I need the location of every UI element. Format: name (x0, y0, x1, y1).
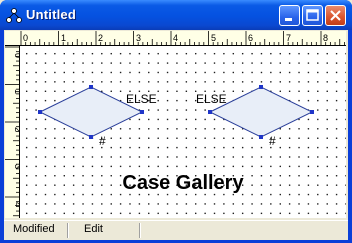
ruler-top-label: 3 (136, 33, 141, 43)
status-separator (67, 223, 69, 238)
ruler-top-label: 7 (286, 33, 291, 43)
app-icon (6, 8, 22, 23)
ruler-left-label: 3 (13, 164, 19, 169)
status-edit: Edit (84, 223, 103, 235)
close-icon (330, 10, 341, 21)
vertical-ruler-ticks: 0 1 2 3 4 (5, 46, 19, 217)
app-window: Untitled 0 1 2 3 4 5 6 7 8 ELSE # ELSE #… (0, 0, 352, 243)
minimize-button[interactable] (279, 5, 300, 26)
maximize-button[interactable] (302, 5, 323, 26)
vertical-ruler: 0 1 2 3 4 (5, 46, 20, 218)
ruler-top-label: 4 (173, 33, 178, 43)
ruler-top-label: 0 (23, 33, 28, 43)
maximize-icon (306, 9, 319, 21)
else-label: ELSE (196, 92, 227, 106)
ruler-top-label: 2 (98, 33, 103, 43)
canvas-title: Case Gallery (122, 172, 244, 194)
status-separator (139, 223, 141, 238)
drawing-canvas[interactable]: ELSE # ELSE # Case Gallery (20, 46, 346, 218)
ruler-top-label: 8 (323, 33, 328, 43)
ruler-top-label: 6 (248, 33, 253, 43)
window-title: Untitled (26, 7, 76, 22)
ruler-left-label: 2 (13, 127, 19, 132)
horizontal-ruler: 0 1 2 3 4 5 6 7 8 (5, 31, 346, 46)
minimize-icon (285, 18, 292, 21)
status-modified: Modified (13, 223, 55, 235)
status-bar: Modified Edit (4, 220, 348, 240)
ruler-left-label: 4 (13, 202, 19, 207)
horizontal-ruler-ticks: 0 1 2 3 4 5 6 7 8 (20, 31, 345, 45)
close-button[interactable] (325, 5, 346, 26)
ruler-left-label: 1 (13, 89, 19, 94)
hash-label: # (99, 134, 106, 148)
ruler-left-label: 0 (13, 53, 19, 58)
ruler-top-label: 1 (61, 33, 66, 43)
hash-label: # (269, 134, 276, 148)
ruler-top-label: 5 (211, 33, 216, 43)
title-bar[interactable]: Untitled (0, 0, 352, 30)
else-label: ELSE (126, 92, 157, 106)
